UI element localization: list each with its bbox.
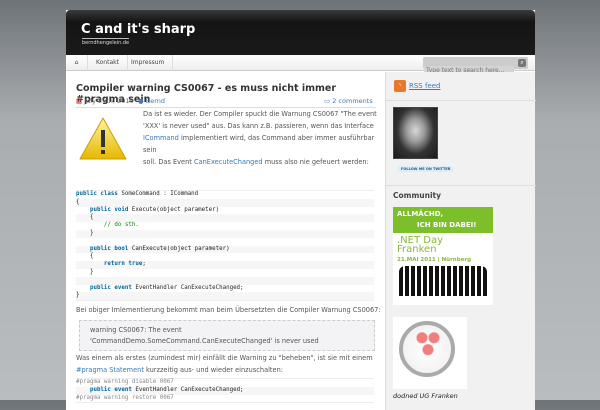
code-line	[76, 276, 374, 285]
pragma-link[interactable]: #pragma Statement	[76, 366, 144, 374]
paragraph-3: Was einem als erstes (zumindest mir) ein…	[76, 352, 376, 376]
code-text: EventHandler CanExecuteChanged;	[135, 386, 244, 393]
code-line: #pragma warning restore 0067	[76, 394, 374, 403]
sidebar: ◝ RSS feed FOLLOW ME ON TWITTER Community…	[385, 72, 536, 410]
netday-banner[interactable]: ALLMÄCHD, ICH BIN DABEI! .NET Day Franken …	[393, 207, 493, 305]
divider	[386, 185, 536, 186]
intro-paragraph: Da ist es wieder. Der Compiler spuckt di…	[143, 108, 378, 168]
comments-icon: ▭	[324, 97, 331, 105]
intro-text: soll. Das Event	[143, 158, 194, 166]
rss-link[interactable]: RSS feed	[409, 82, 441, 90]
code-keyword: return true	[103, 261, 143, 268]
search-box: ⌕	[423, 57, 528, 76]
nav-impressum[interactable]: Impressum	[123, 55, 174, 71]
para-line: Was einem als erstes (zumindest mir) ein…	[76, 354, 373, 362]
banner-date: 21.MAI 2011 | Nürnberg	[397, 257, 472, 263]
divider	[386, 100, 536, 101]
code-text: EventHandler CanExecuteChanged;	[131, 284, 244, 291]
community-heading: Community	[393, 191, 442, 200]
author-photo	[393, 107, 438, 159]
banner-header: ALLMÄCHD, ICH BIN DABEI!	[393, 207, 493, 233]
warning-icon	[79, 117, 127, 160]
canexecutechanged-link[interactable]: CanExecuteChanged	[194, 158, 263, 166]
code-line: public void Execute(object parameter)	[76, 207, 374, 215]
icommand-link[interactable]: ICommand	[143, 134, 179, 142]
rss-feed: ◝ RSS feed	[394, 80, 441, 92]
people-silhouettes	[399, 266, 487, 296]
code-text: Execute(object parameter)	[128, 206, 220, 213]
paragraph-2: Bei obiger Imlementierung bekommt man be…	[76, 306, 381, 314]
code-line: public class SomeCommand : ICommand	[76, 191, 374, 199]
dodned-logo[interactable]	[393, 317, 467, 389]
calendar-icon: ▦	[76, 97, 83, 105]
user-icon: ●	[138, 97, 144, 105]
code-text: SomeCommand : ICommand	[117, 191, 199, 197]
code-line: public bool CanExecute(object parameter)	[76, 245, 374, 254]
code-keyword: public class	[76, 191, 118, 197]
code-keyword: public event	[89, 284, 132, 291]
code-line: #pragma warning disable 0067	[76, 379, 174, 385]
intro-line: Da ist es wieder. Der Compiler spuckt di…	[143, 110, 377, 118]
code-text: CanExecute(object parameter)	[128, 245, 230, 252]
date-text: July 29th, 2010	[84, 97, 134, 105]
para-line: #pragma Statement kurzzeitig aus- und wi…	[76, 364, 376, 376]
author-link[interactable]: Bernd	[146, 97, 165, 105]
banner-title: .NET Day Franken	[393, 233, 493, 255]
intro-text: muss also nie gefeuert werden:	[262, 158, 369, 166]
code-line: }	[76, 229, 374, 238]
code-line: // do sth.	[76, 222, 139, 229]
warning-quote: warning CS0067: The event 'CommandDemo.S…	[79, 320, 375, 351]
post-date: ▦ July 29th, 2010	[76, 97, 134, 105]
page: C and it's sharp berndhengelein.de ⌂ Kon…	[66, 10, 536, 410]
code-line: public event EventHandler CanExecuteChan…	[76, 386, 374, 395]
banner-text: ALLMÄCHD,	[397, 210, 444, 218]
code-keyword: public void	[89, 206, 129, 213]
code-keyword: public event	[89, 386, 132, 393]
code-keyword: public bool	[89, 245, 129, 252]
code-line: return true;	[76, 261, 374, 269]
nav-kontakt[interactable]: Kontakt	[88, 55, 128, 71]
intro-line: soll. Das Event CanExecuteChanged muss a…	[143, 156, 378, 168]
code-text: ;	[142, 261, 146, 268]
code-line: }	[76, 268, 94, 275]
post-comments: ▭ 2 comments	[324, 97, 373, 105]
para-text: kurzzeitig aus- und wieder einzuschalten…	[143, 366, 283, 374]
twitter-follow-button[interactable]: FOLLOW ME ON TWITTER	[398, 166, 454, 172]
post-author: ● Bernd	[138, 97, 165, 105]
intro-line: ICommand implementiert wird, das Command…	[143, 132, 378, 156]
code-line: {	[76, 198, 374, 207]
site-subtitle: berndhengelein.de	[82, 38, 130, 46]
rss-icon[interactable]: ◝	[394, 80, 406, 92]
banner-text: ICH BIN DABEI!	[417, 221, 477, 229]
code-line: }	[76, 292, 374, 301]
comments-link[interactable]: 2 comments	[332, 97, 372, 105]
intro-line: 'XXX' is never used" aus. Das kann z.B. …	[143, 122, 374, 130]
code-line: public event EventHandler CanExecuteChan…	[76, 285, 374, 293]
search-icon[interactable]: ⌕	[518, 59, 526, 67]
site-title[interactable]: C and it's sharp	[81, 22, 195, 37]
code-line: {	[76, 214, 374, 223]
code-block-1: public class SomeCommand : ICommand{ pub…	[76, 190, 374, 302]
banner-text: Franken	[397, 244, 437, 255]
dodned-caption: dodned UG Franken	[393, 392, 458, 400]
code-line: {	[76, 253, 94, 260]
site-header: C and it's sharp berndhengelein.de	[66, 10, 535, 55]
home-icon[interactable]: ⌂	[66, 55, 88, 71]
